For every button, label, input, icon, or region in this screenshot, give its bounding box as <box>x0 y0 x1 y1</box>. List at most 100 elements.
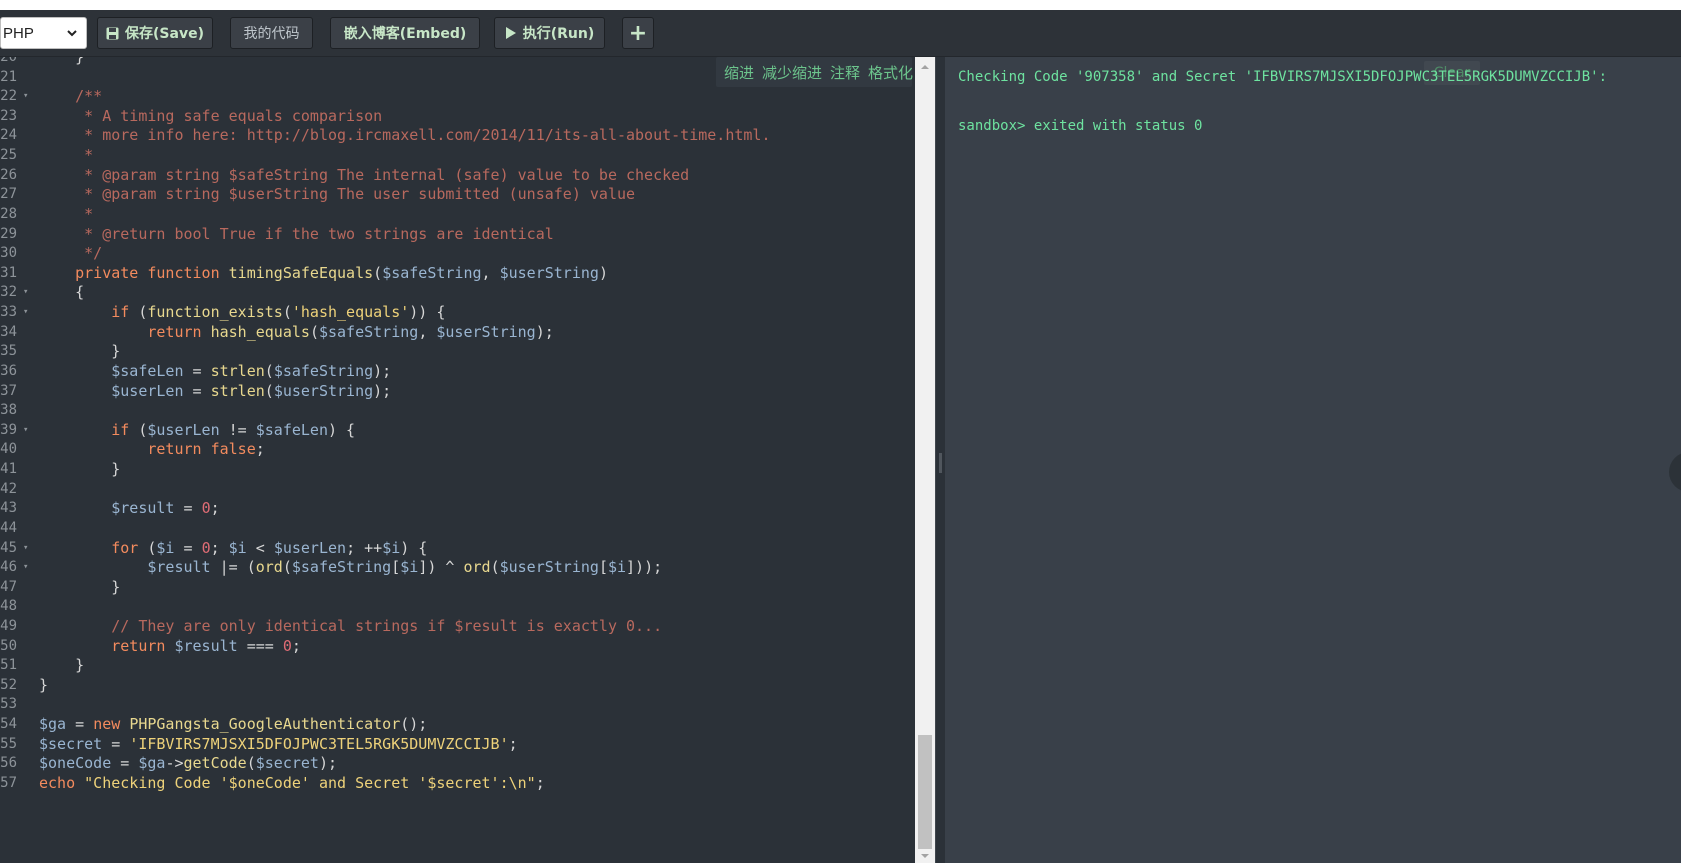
line-number: 52 <box>0 676 17 693</box>
line-number: 37 <box>0 382 17 399</box>
toolbar: PHP 保存(Save) 我的代码 嵌入博客(Embed) 执行(Run) + <box>0 10 1681 57</box>
line-number: 32 <box>0 284 17 301</box>
code-line: 33 ▾ if (function_exists('hash_equals')) … <box>0 302 915 323</box>
line-number: 50 <box>0 637 17 654</box>
output-panel: Clear Checking Code '907358' and Secret … <box>945 57 1681 863</box>
code-text: } <box>39 577 121 596</box>
code-line: 51 } <box>0 655 915 676</box>
line-number: 42 <box>0 480 17 497</box>
code-line: 26 * @param string $safeString The inter… <box>0 165 915 186</box>
my-code-button[interactable]: 我的代码 <box>230 17 313 49</box>
code-text: $result = 0; <box>111 499 220 518</box>
format-button[interactable]: 格式化 <box>868 62 913 83</box>
code-line: 44 <box>0 518 915 539</box>
code-text: * <box>39 204 94 223</box>
code-line: 28 * <box>0 204 915 225</box>
fold-arrow-icon[interactable]: ▾ <box>23 282 28 303</box>
code-text: * @param string $safeString The internal… <box>39 165 690 184</box>
code-editor[interactable]: 20 } 21 22 ▾ /** 23 * A timing safe equals c… <box>0 57 915 863</box>
code-line: 32 ▾ { <box>0 282 915 303</box>
code-text: private function timingSafeEquals($safeS… <box>75 263 608 282</box>
line-number: 55 <box>0 735 17 752</box>
code-line: 52} <box>0 675 915 696</box>
chevron-down-icon <box>67 30 77 37</box>
line-number: 28 <box>0 205 17 222</box>
code-text: } <box>39 460 121 479</box>
line-number: 47 <box>0 578 17 595</box>
code-line: 57 echo "Checking Code '$oneCode' and Sec… <box>0 773 915 794</box>
splitter-grip[interactable] <box>939 453 942 473</box>
code-line: 34 return hash_equals($safeString, $user… <box>0 322 915 343</box>
line-number: 25 <box>0 147 17 164</box>
line-number: 21 <box>0 68 17 85</box>
code-line: 37 $userLen = strlen($userString); <box>0 381 915 402</box>
line-number: 33 <box>0 304 17 321</box>
line-number: 56 <box>0 755 17 772</box>
code-line: 50 return $result === 0; <box>0 636 915 657</box>
scroll-down-arrow-icon[interactable] <box>920 851 930 861</box>
code-line: 39 ▾ if ($userLen != $safeLen) { <box>0 420 915 441</box>
comment-button[interactable]: 注释 <box>830 62 860 83</box>
line-number: 26 <box>0 166 17 183</box>
code-text: * <box>39 146 94 165</box>
top-strip <box>0 0 1681 10</box>
code-text: } <box>39 656 85 675</box>
fold-arrow-icon[interactable]: ▾ <box>23 86 28 107</box>
output-line: Checking Code '907358' and Secret 'IFBVI… <box>958 69 1608 85</box>
code-line: 36 $safeLen = strlen($safeString); <box>0 361 915 382</box>
fold-arrow-icon[interactable]: ▾ <box>23 420 28 441</box>
line-number: 22 <box>0 88 17 105</box>
code-line: 53 <box>0 694 915 715</box>
code-line: 41 } <box>0 459 915 480</box>
code-text: * @return bool True if the two strings a… <box>39 224 554 243</box>
code-text: * more info here: http://blog.ircmaxell.… <box>39 126 771 145</box>
code-text: * @param string $userString The user sub… <box>39 185 636 204</box>
language-select-value: PHP <box>3 24 34 42</box>
scrollbar-thumb[interactable] <box>918 735 932 849</box>
my-code-label: 我的代码 <box>243 26 300 42</box>
code-line: 54 $ga = new PHPGangsta_GoogleAuthenticat… <box>0 714 915 735</box>
line-number: 40 <box>0 441 17 458</box>
line-number: 27 <box>0 186 17 203</box>
line-number: 29 <box>0 225 17 242</box>
run-button[interactable]: 执行(Run) <box>494 17 605 49</box>
pane-splitter[interactable] <box>935 57 945 863</box>
line-number: 24 <box>0 127 17 144</box>
indent-button[interactable]: 缩进 <box>724 62 754 83</box>
scroll-up-arrow-icon[interactable] <box>920 62 930 72</box>
fold-arrow-icon[interactable]: ▾ <box>23 557 28 578</box>
outdent-button[interactable]: 减少缩进 <box>762 62 822 83</box>
add-button[interactable]: + <box>622 17 654 49</box>
code-line: 35 } <box>0 341 915 362</box>
code-text: { <box>39 283 85 302</box>
code-line: 29 * @return bool True if the two string… <box>0 224 915 245</box>
output-line: sandbox> exited with status 0 <box>958 118 1203 134</box>
fold-arrow-icon[interactable]: ▾ <box>23 538 28 559</box>
line-number: 41 <box>0 461 17 478</box>
line-number: 57 <box>0 774 17 791</box>
code-line: 49 // They are only identical strings if… <box>0 616 915 637</box>
code-text: if (function_exists('hash_equals')) { <box>111 303 446 322</box>
code-text: for ($i = 0; $i < $userLen; ++$i) { <box>111 538 428 557</box>
code-line: 31 private function timingSafeEquals($sa… <box>0 263 915 284</box>
code-text: return false; <box>147 440 265 459</box>
save-icon <box>106 27 119 39</box>
code-text: * A timing safe equals comparison <box>39 106 383 125</box>
language-select[interactable]: PHP <box>0 17 87 49</box>
line-number: 44 <box>0 519 17 536</box>
line-number: 48 <box>0 598 17 615</box>
line-number: 51 <box>0 657 17 674</box>
code-area[interactable]: 20 } 21 22 ▾ /** 23 * A timing safe equals c… <box>0 57 915 863</box>
embed-button[interactable]: 嵌入博客(Embed) <box>330 17 480 49</box>
save-button[interactable]: 保存(Save) <box>97 17 213 49</box>
code-text: $ga = new PHPGangsta_GoogleAuthenticator… <box>39 715 428 734</box>
code-line: 24 * more info here: http://blog.ircmaxe… <box>0 125 915 146</box>
code-text: */ <box>39 244 103 263</box>
editor-scrollbar[interactable] <box>915 57 935 863</box>
code-text: $safeLen = strlen($safeString); <box>111 361 392 380</box>
code-text: } <box>39 675 49 694</box>
fold-arrow-icon[interactable]: ▾ <box>23 302 28 323</box>
run-label: 执行(Run) <box>522 26 595 42</box>
line-number: 30 <box>0 245 17 262</box>
code-line: 55 $secret = 'IFBVIRS7MJSXI5DFOJPWC3TEL5R… <box>0 734 915 755</box>
